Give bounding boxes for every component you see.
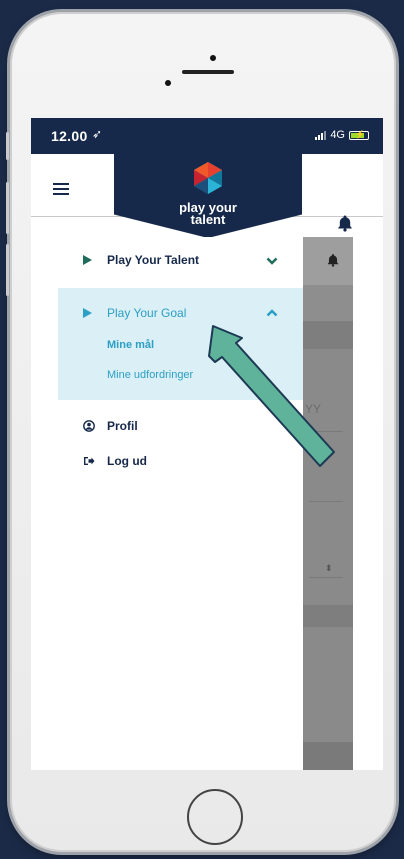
annotation-arrow	[208, 325, 335, 467]
